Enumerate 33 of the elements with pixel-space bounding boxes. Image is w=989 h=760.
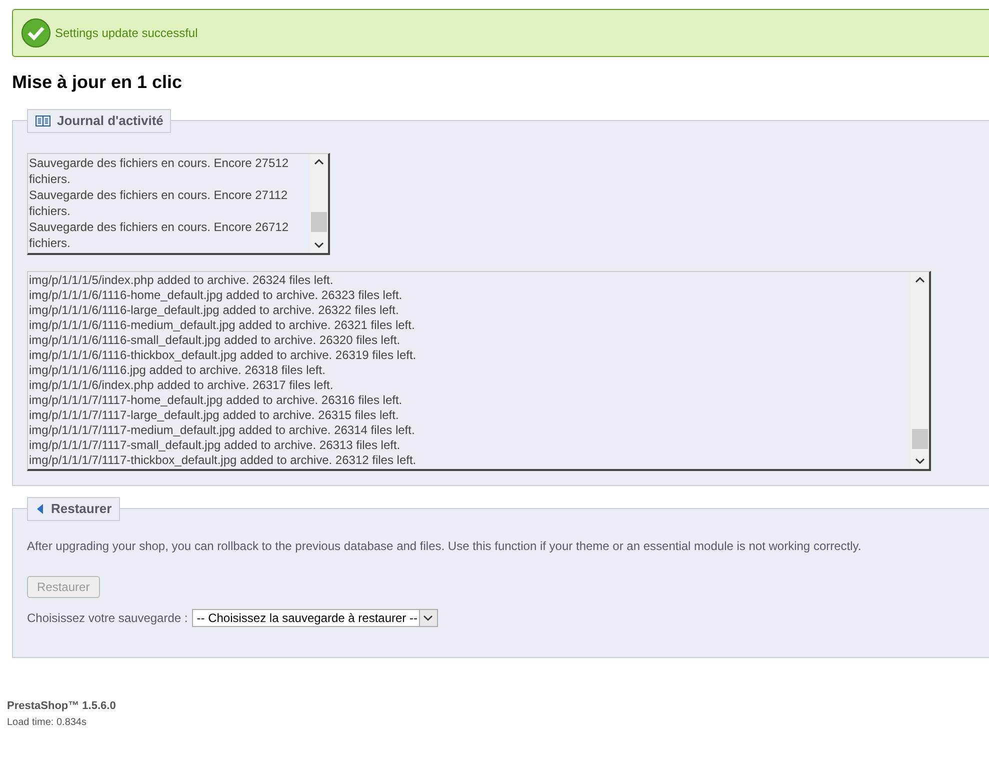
select-label: Choisissez votre sauvegarde : [27,610,188,627]
left-triangle-icon [35,503,45,515]
log-line: img/p/1/1/1/6/index.php added to archive. 26317 files left. [29,378,334,393]
alert-message: Settings update successful [55,25,198,42]
log-line: img/p/1/1/1/6/1116-home_default.jpg added to archive. 26323 files left. [29,288,404,303]
log-line: img/p/1/1/1/6/1116.jpg added to archive. 26318 files left. [29,363,326,378]
scroll-thumb[interactable] [912,429,928,449]
log-line: img/p/1/1/1/7/1117-medium_default.jpg added to archive. 26314 files left. [29,423,416,438]
backup-select[interactable]: -- Choisissez la sauvegarde à restaurer -- [192,609,438,627]
log-line: img/p/1/1/1/7/1117-home_default.jpg added to archive. 26316 files left. [29,393,404,408]
checkmark-icon [21,18,51,48]
log-line: img/p/1/1/1/7/1117-small_default.jpg added to archive. 26313 files left. [29,438,402,453]
restore-description: After upgrading your shop, you can rollback to the previous database and files. Use this function if your theme or an essential module is not working correctly. [27,538,862,555]
log-line: img/p/1/1/1/6/1116-thickbox_default.jpg added to archive. 26319 files left. [29,348,418,363]
load-time: Load time: 0.834s [7,716,88,730]
version-text: PrestaShop™ 1.5.6.0 [7,699,117,714]
scrollbar[interactable] [911,272,929,469]
page-title: Mise à jour en 1 clic [12,71,184,94]
scrollbar[interactable] [310,154,328,253]
log-line: img/p/1/1/1/6/1116-large_default.jpg added to archive. 26322 files left. [29,303,400,318]
scroll-thumb[interactable] [311,212,327,232]
log-line: img/p/1/1/1/6/1116-small_default.jpg added to archive. 26320 files left. [29,333,402,348]
log-line: Sauvegarde des fichiers en cours. Encore 27512 fichiers. [29,155,290,187]
log-line: img/p/1/1/1/5/index.php added to archive. 26324 files left. [29,273,334,288]
legend-text: Restaurer [51,500,112,518]
log-line: Sauvegarde des fichiers en cours. Encore 26712 fichiers. [29,219,290,251]
log-line: img/p/1/1/1/7/1117-thickbox_default.jpg added to archive. 26312 files left. [29,453,418,468]
caret-icon [423,615,434,621]
book-icon [35,115,51,127]
log-line: img/p/1/1/1/6/1116-medium_default.jpg added to archive. 26321 files left. [29,318,416,333]
log-line: Sauvegarde des fichiers en cours. Encore 27112 fichiers. [29,187,289,219]
legend-text: Journal d'activité [57,112,164,130]
log-line: img/p/1/1/1/7/1117-large_default.jpg added to archive. 26315 files left. [29,408,400,423]
